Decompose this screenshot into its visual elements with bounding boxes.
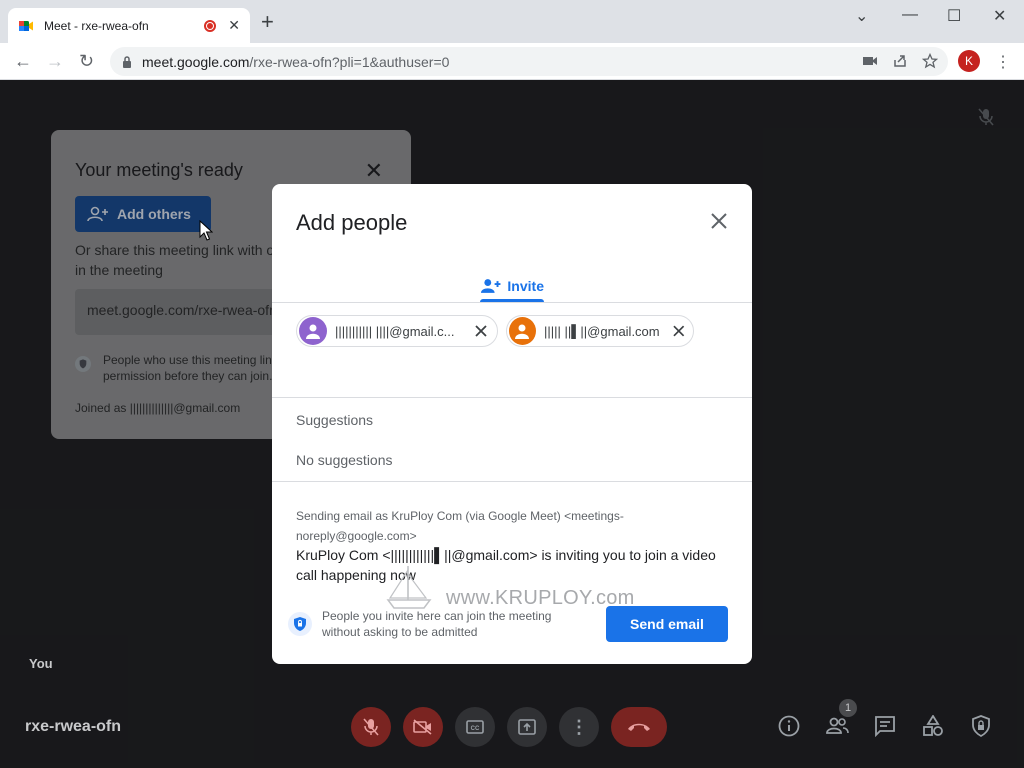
people-icon[interactable] (825, 715, 849, 737)
svg-text:CC: CC (471, 726, 480, 732)
closed-captions-icon: CC (466, 720, 484, 734)
present-screen-icon (518, 719, 536, 735)
send-email-button[interactable]: Send email (606, 606, 728, 642)
mic-off-icon (363, 718, 379, 736)
dialog-title: Add people (296, 210, 408, 235)
lock-icon (123, 55, 131, 68)
minimize-icon[interactable]: — (902, 6, 918, 24)
meeting-details-icon[interactable] (778, 715, 800, 737)
address-bar[interactable]: meet.google.com/rxe-rwea-ofn?pli=1&authu… (110, 47, 948, 76)
recipient-avatar (509, 317, 536, 345)
invite-message-text: KruPloy Com <||||||||||||▌||@gmail.com> … (296, 547, 716, 583)
browser-tab-meet[interactable]: Meet - rxe-rwea-ofn ✕ (8, 8, 250, 43)
leave-call-button[interactable] (611, 707, 667, 747)
new-tab-icon[interactable]: + (261, 11, 274, 33)
url-host: meet.google.com (142, 53, 250, 70)
recipient-chip[interactable]: ||||| ||▌||@gmail.com (506, 315, 694, 347)
suggestions-divider (272, 481, 752, 482)
share-icon[interactable] (892, 53, 908, 69)
end-call-icon (628, 723, 650, 731)
recipient-chip[interactable]: ||||||||||| ||||@gmail.c... (296, 315, 498, 347)
present-screen-button[interactable] (507, 707, 547, 747)
kruploy-logo-icon (386, 566, 432, 609)
close-tab-icon[interactable]: ✕ (228, 17, 240, 34)
sending-as-text: Sending email as KruPloy Com (via Google… (296, 509, 624, 543)
close-dialog-icon[interactable] (708, 210, 730, 232)
url-path: /rxe-rwea-ofn?pli=1&authuser=0 (249, 53, 450, 70)
bookmark-star-icon[interactable] (922, 53, 938, 69)
host-controls-icon[interactable] (971, 715, 991, 737)
admission-notice-text: People you invite here can join the meet… (322, 609, 552, 639)
person-add-icon (480, 279, 501, 293)
tab-strip: Meet - rxe-rwea-ofn ✕ + ⌄ — ☐ ✕ (0, 0, 1024, 43)
back-icon[interactable]: ← (14, 51, 32, 71)
suggestions-heading: Suggestions (296, 412, 374, 428)
participant-count-badge: 1 (839, 699, 857, 717)
captions-button[interactable]: CC (455, 707, 495, 747)
recording-indicator-icon (204, 19, 217, 32)
browser-toolbar: ← → ↻ meet.google.com/rxe-rwea-ofn?pli=1… (0, 43, 1024, 80)
footer-shield (288, 612, 312, 636)
google-meet-favicon-icon (19, 20, 33, 31)
more-options-button[interactable]: ⋮ (559, 707, 599, 747)
tab-search-chevron-icon[interactable]: ⌄ (855, 6, 868, 26)
tab-title: Meet - rxe-rwea-ofn (44, 18, 149, 33)
self-tile-label: You (29, 656, 53, 671)
remove-recipient-icon[interactable] (475, 325, 487, 337)
recipient-email: ||||||||||| ||||@gmail.c... (335, 323, 455, 339)
tab-invite-label: Invite (507, 278, 544, 294)
activities-icon[interactable] (922, 715, 944, 737)
forward-icon[interactable]: → (46, 51, 64, 71)
mouse-pointer-icon (199, 220, 213, 241)
mic-toggle-button[interactable] (351, 707, 391, 747)
camera-permission-icon[interactable] (862, 53, 878, 69)
remove-recipient-icon[interactable] (673, 325, 685, 337)
tab-invite[interactable]: Invite (480, 270, 544, 302)
no-suggestions-text: No suggestions (296, 452, 393, 468)
shield-lock-icon (294, 617, 306, 631)
recipient-avatar (299, 317, 327, 345)
tab-divider (272, 302, 752, 303)
person-icon (306, 324, 320, 339)
camera-toggle-button[interactable] (403, 707, 443, 747)
browser-menu-icon[interactable]: ⋮ (995, 52, 1011, 72)
recipient-email: ||||| ||▌||@gmail.com (543, 323, 660, 339)
reload-icon[interactable]: ↻ (79, 51, 94, 71)
close-window-icon[interactable]: ✕ (993, 6, 1006, 26)
person-icon (515, 324, 530, 339)
chat-icon[interactable] (874, 715, 896, 737)
profile-avatar[interactable]: K (958, 50, 980, 72)
more-vert-icon: ⋮ (570, 716, 588, 737)
recipients-divider (272, 397, 752, 398)
camera-off-icon (413, 719, 432, 735)
url-text: meet.google.com/rxe-rwea-ofn?pli=1&authu… (142, 54, 449, 70)
add-people-dialog: Add people Invite ||||||||||| ||||@gmail… (272, 184, 752, 664)
maximize-icon[interactable]: ☐ (947, 6, 961, 26)
meeting-code: rxe-rwea-ofn (25, 718, 122, 735)
